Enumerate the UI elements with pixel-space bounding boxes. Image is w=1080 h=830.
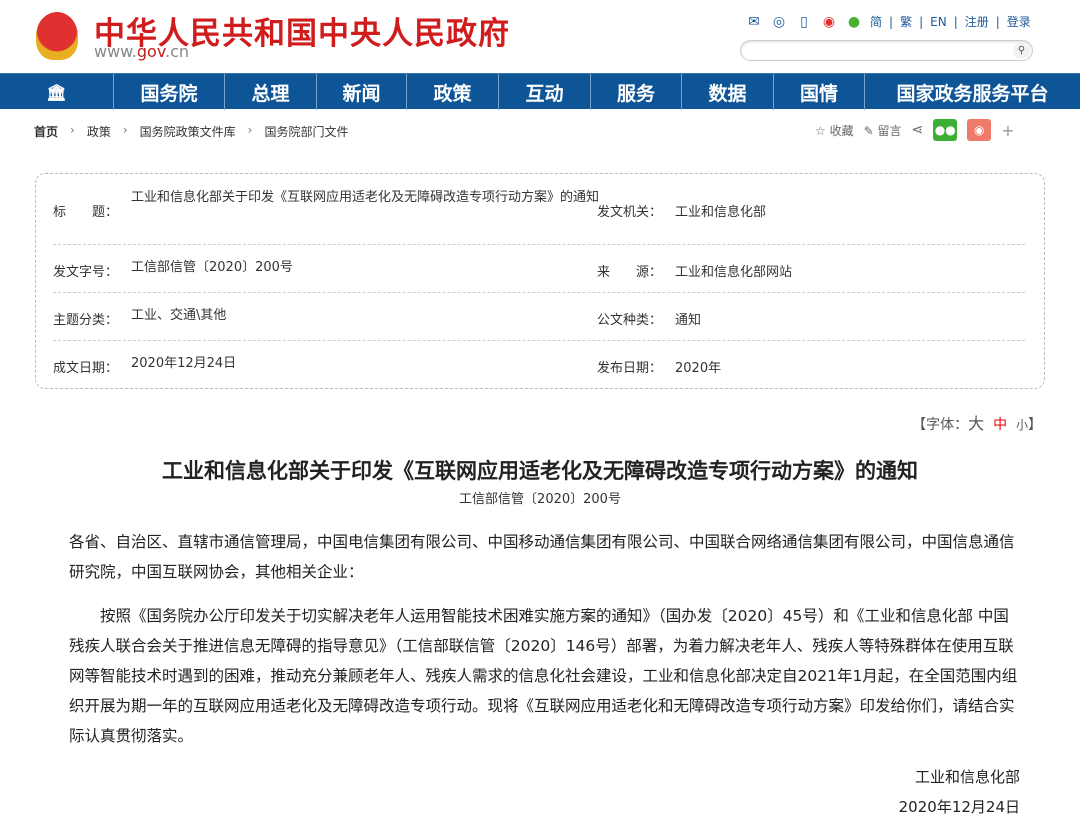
topic-label: 主题分类： bbox=[53, 313, 119, 328]
wechat-share-icon[interactable]: ●● bbox=[933, 119, 958, 141]
source-value: 工业和信息化部网站 bbox=[675, 265, 793, 280]
article-date: 2020年12月24日 bbox=[898, 798, 1020, 816]
nav-interaction[interactable]: 互动 bbox=[498, 74, 590, 110]
breadcrumb: 首页 › 政策 › 国务院政策文件库 › 国务院部门文件 bbox=[34, 123, 349, 140]
share-icon[interactable]: ⋖ bbox=[912, 122, 924, 138]
link-simplified[interactable]: 简 bbox=[870, 13, 882, 30]
nav-state-council[interactable]: 国务院 bbox=[113, 74, 224, 110]
font-small-button[interactable]: 小 bbox=[1016, 418, 1028, 432]
comment-label: 留言 bbox=[877, 123, 902, 138]
url-suffix: .cn bbox=[165, 42, 190, 61]
wechat-icon[interactable]: ● bbox=[845, 14, 863, 30]
topic-value: 工业、交通\其他 bbox=[131, 308, 227, 323]
crumb-library[interactable]: 国务院政策文件库 bbox=[140, 123, 236, 140]
font-size-switcher: 【字体：大 中 小】 bbox=[912, 410, 1042, 434]
favorite-label: 收藏 bbox=[829, 123, 854, 138]
info-row: 发文字号： 工信部信管〔2020〕200号 来 源： 工业和信息化部网站 bbox=[53, 245, 1025, 293]
article-paragraph: 按照《国务院办公厅印发关于切实解决老年人运用智能技术困难实施方案的通知》（国办发… bbox=[69, 607, 1018, 745]
crumb-home[interactable]: 首页 bbox=[34, 123, 58, 140]
link-login[interactable]: 登录 bbox=[1007, 13, 1031, 30]
article-recipients: 各省、自治区、直辖市通信管理局，中国电信集团有限公司、中国移动通信集团有限公司、… bbox=[69, 533, 1015, 581]
written-date-value: 2020年12月24日 bbox=[131, 356, 237, 371]
title-label: 标 题： bbox=[53, 205, 119, 220]
info-row: 标 题： 工业和信息化部关于印发《互联网应用适老化及无障碍改造专项行动方案》的通… bbox=[53, 174, 1025, 245]
link-register[interactable]: 注册 bbox=[965, 13, 989, 30]
article-title: 工业和信息化部关于印发《互联网应用适老化及无障碍改造专项行动方案》的通知 bbox=[162, 458, 918, 483]
written-date-label: 成文日期： bbox=[53, 361, 119, 376]
published-date-label: 发布日期： bbox=[597, 361, 663, 376]
search-input[interactable]: ⚲ bbox=[740, 40, 1033, 61]
star-icon: ☆ bbox=[815, 123, 826, 138]
title-value: 工业和信息化部关于印发《互联网应用适老化及无障碍改造专项行动方案》的通知 bbox=[131, 190, 600, 205]
published-date-value: 2020年 bbox=[675, 361, 722, 376]
top-links: ✉ ◎ ▯ ◉ ● 简 | 繁 | EN | 注册 | 登录 bbox=[745, 13, 1031, 30]
nav-data[interactable]: 数据 bbox=[681, 74, 773, 110]
font-size-prefix: 【字体： bbox=[912, 417, 969, 433]
mail-icon[interactable]: ✉ bbox=[745, 14, 763, 30]
favorite-button[interactable]: ☆ 收藏 bbox=[815, 122, 854, 139]
search-icon[interactable]: ⚲ bbox=[1013, 42, 1030, 59]
link-english[interactable]: EN bbox=[930, 15, 947, 29]
mobile-icon[interactable]: ▯ bbox=[795, 14, 813, 30]
article-signature: 工业和信息化部 bbox=[914, 768, 1020, 786]
weibo-share-icon[interactable]: ◉ bbox=[967, 119, 992, 141]
comment-button[interactable]: ✎ 留言 bbox=[864, 122, 902, 139]
tiananmen-logo-icon[interactable]: 🏛 bbox=[0, 74, 113, 110]
docno-label: 发文字号： bbox=[53, 265, 119, 280]
national-emblem-logo[interactable] bbox=[36, 12, 78, 60]
link-traditional[interactable]: 繁 bbox=[900, 13, 912, 30]
type-label: 公文种类： bbox=[597, 313, 663, 328]
type-value: 通知 bbox=[675, 313, 702, 328]
share-bar: ☆ 收藏 ✎ 留言 ⋖ ●● ◉ + bbox=[815, 119, 1015, 141]
site-url: www.gov.cn bbox=[94, 42, 189, 61]
document-info-box: 标 题： 工业和信息化部关于印发《互联网应用适老化及无障碍改造专项行动方案》的通… bbox=[35, 173, 1045, 389]
nav-premier[interactable]: 总理 bbox=[224, 74, 316, 110]
pencil-icon: ✎ bbox=[863, 123, 874, 138]
nav-services[interactable]: 服务 bbox=[590, 74, 681, 110]
font-size-suffix: 】 bbox=[1028, 417, 1042, 433]
url-prefix: www. bbox=[94, 42, 137, 61]
nav-news[interactable]: 新闻 bbox=[316, 74, 406, 110]
message-icon[interactable]: ◎ bbox=[770, 14, 788, 30]
nav-gov-service-platform[interactable]: 国家政务服务平台 bbox=[864, 74, 1080, 110]
weibo-icon[interactable]: ◉ bbox=[820, 14, 838, 30]
source-label: 来 源： bbox=[597, 265, 663, 280]
nav-national-conditions[interactable]: 国情 bbox=[773, 74, 864, 110]
docno-value: 工信部信管〔2020〕200号 bbox=[131, 260, 293, 275]
info-row: 主题分类： 工业、交通\其他 公文种类： 通知 bbox=[53, 293, 1025, 341]
font-large-button[interactable]: 大 bbox=[968, 414, 984, 433]
main-nav: 🏛 国务院 总理 新闻 政策 互动 服务 数据 国情 国家政务服务平台 bbox=[0, 73, 1080, 110]
more-icon[interactable]: + bbox=[1001, 121, 1014, 140]
font-medium-button[interactable]: 中 bbox=[993, 417, 1007, 433]
info-row: 成文日期： 2020年12月24日 发布日期： 2020年 bbox=[53, 341, 1025, 388]
url-mid: gov bbox=[136, 42, 166, 61]
issuer-label: 发文机关： bbox=[597, 205, 663, 220]
nav-policy[interactable]: 政策 bbox=[406, 74, 498, 110]
crumb-policy[interactable]: 政策 bbox=[87, 123, 111, 140]
crumb-dept-docs[interactable]: 国务院部门文件 bbox=[264, 123, 348, 140]
issuer-value: 工业和信息化部 bbox=[675, 205, 767, 220]
article-doc-number: 工信部信管〔2020〕200号 bbox=[459, 492, 621, 507]
